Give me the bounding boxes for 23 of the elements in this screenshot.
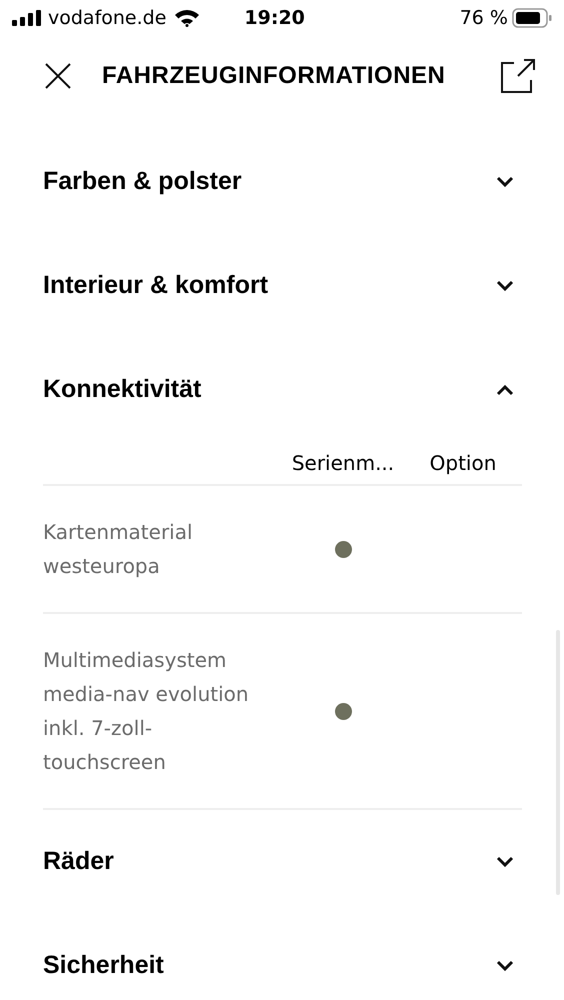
column-header: Option bbox=[428, 450, 498, 477]
feature-name: Kartenmaterial westeuropa bbox=[43, 519, 194, 580]
section-header[interactable]: Räder bbox=[43, 810, 522, 914]
section-header[interactable]: Farben & polster bbox=[43, 130, 522, 234]
section-header[interactable]: Sicherheit bbox=[43, 914, 522, 1000]
section-header[interactable]: Konnektivität bbox=[43, 338, 522, 442]
chevron-down-icon bbox=[496, 856, 514, 868]
page-title: FAHRZEUGINFORMATIONEN bbox=[102, 61, 446, 91]
chevron-down-icon bbox=[496, 280, 514, 292]
battery-icon bbox=[512, 8, 552, 28]
chevron-down-icon bbox=[496, 960, 514, 972]
close-icon[interactable] bbox=[44, 62, 72, 90]
signal-icon bbox=[12, 10, 42, 26]
section-header[interactable]: Interieur & komfort bbox=[43, 234, 522, 338]
chevron-down-icon bbox=[496, 176, 514, 188]
carrier-name: vodafone.de bbox=[48, 6, 166, 31]
external-link-icon[interactable] bbox=[500, 58, 536, 94]
battery-percent: 76 % bbox=[460, 6, 508, 31]
clock-time: 19:20 bbox=[244, 6, 305, 31]
column-header: Serienm... bbox=[290, 450, 396, 477]
feature-name: Multimediasystem media-nav evolution inkl. 7-zoll-touchscreen bbox=[43, 647, 250, 776]
wifi-icon bbox=[174, 9, 200, 27]
chevron-up-icon bbox=[496, 384, 514, 396]
